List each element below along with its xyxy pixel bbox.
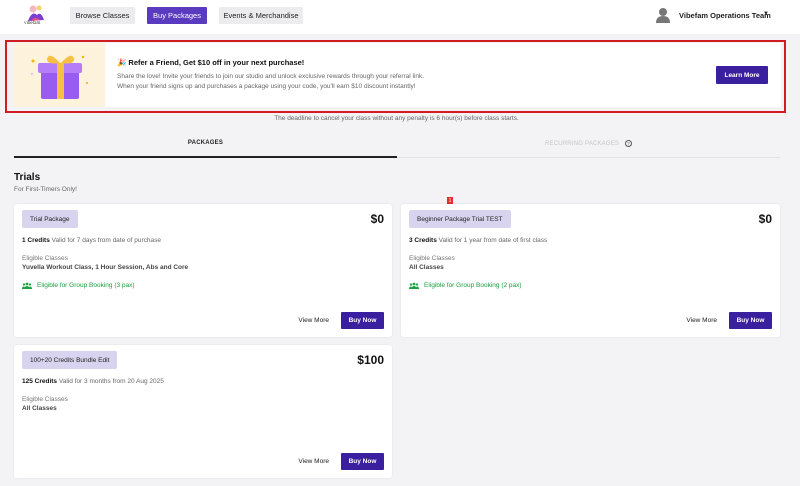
view-more-link[interactable]: View More — [298, 317, 329, 324]
package-credits: 3 Credits Valid for 1 year from date of … — [409, 237, 547, 244]
nav-events-merchandise[interactable]: Events & Merchandise — [219, 7, 303, 24]
credits-count: 125 Credits — [22, 378, 58, 385]
section-subtitle: For First-Timers Only! — [14, 186, 77, 193]
credits-count: 3 Credits — [409, 237, 437, 244]
view-more-link[interactable]: View More — [298, 458, 329, 465]
group-users-icon — [22, 282, 32, 289]
nav-browse-classes[interactable]: Browse Classes — [70, 7, 135, 24]
banner-illustration — [13, 43, 105, 107]
package-credits: 125 Credits Valid for 3 months from 20 A… — [22, 378, 164, 385]
referral-banner: 🎉 Refer a Friend, Get $10 off in your ne… — [13, 43, 781, 107]
chevron-down-icon[interactable]: ▼ — [763, 11, 769, 17]
eligible-classes-label: Eligible Classes — [409, 255, 455, 262]
package-price: $0 — [370, 212, 384, 226]
package-name: Trial Package — [22, 210, 78, 228]
buy-now-button[interactable]: Buy Now — [341, 312, 384, 329]
cancel-deadline-notice: The deadline to cancel your class withou… — [274, 115, 519, 122]
validity-text: Valid for 7 days from date of purchase — [51, 237, 161, 244]
credits-count: 1 Credits — [22, 237, 50, 244]
group-users-icon — [409, 282, 419, 289]
top-nav-bar: vibefam Browse Classes Buy Packages Even… — [0, 0, 800, 34]
package-card-trial: Trial Package $0 1 Credits Valid for 7 d… — [14, 204, 392, 337]
nav-buy-packages[interactable]: Buy Packages — [147, 7, 207, 24]
view-more-link[interactable]: View More — [686, 317, 717, 324]
group-booking-info: Eligible for Group Booking (2 pax) — [409, 282, 522, 289]
validity-text: Valid for 1 year from date of first clas… — [438, 237, 548, 244]
eligible-classes-label: Eligible Classes — [22, 255, 68, 262]
learn-more-button[interactable]: Learn More — [716, 66, 768, 84]
active-tab-indicator — [14, 156, 397, 158]
eligible-classes-value: All Classes — [22, 405, 57, 412]
tab-packages[interactable]: PACKAGES — [14, 140, 397, 150]
eligible-classes-value: Yuvella Workout Class, 1 Hour Session, A… — [22, 264, 189, 271]
package-card-credits-bundle: 100+20 Credits Bundle Edit $100 125 Cred… — [14, 345, 392, 478]
buy-now-button[interactable]: Buy Now — [341, 453, 384, 470]
package-price: $100 — [357, 353, 384, 367]
banner-description: Share the love! Invite your friends to j… — [117, 73, 425, 80]
group-booking-info: Eligible for Group Booking (3 pax) — [22, 282, 135, 289]
tab-recurring-packages[interactable]: RECURRING PACKAGES ? — [397, 140, 780, 150]
tab-divider — [397, 156, 780, 158]
logo-text: vibefam — [24, 21, 41, 26]
package-name: 100+20 Credits Bundle Edit — [22, 351, 118, 369]
user-name[interactable]: Vibefam Operations Team — [679, 11, 771, 20]
package-card-beginner-trial: Beginner Package Trial TEST $0 3 Credits… — [401, 204, 780, 337]
user-avatar-icon[interactable] — [655, 7, 671, 23]
banner-description-2: When your friend signs up and purchases … — [117, 83, 416, 90]
eligible-classes-label: Eligible Classes — [22, 396, 68, 403]
buy-now-button[interactable]: Buy Now — [729, 312, 772, 329]
group-booking-text: Eligible for Group Booking (2 pax) — [424, 282, 522, 289]
gift-box-icon — [31, 55, 88, 99]
eligible-classes-value: All Classes — [409, 264, 444, 271]
help-icon[interactable]: ? — [625, 140, 633, 147]
tab-recurring-label: RECURRING PACKAGES — [544, 141, 620, 148]
validity-text: Valid for 3 months from 20 Aug 2025 — [58, 378, 164, 385]
group-booking-text: Eligible for Group Booking (3 pax) — [37, 282, 135, 289]
section-title: Trials — [14, 172, 41, 183]
package-credits: 1 Credits Valid for 7 days from date of … — [22, 237, 161, 244]
package-price: $0 — [758, 212, 772, 226]
package-name: Beginner Package Trial TEST — [409, 210, 511, 228]
banner-title: 🎉 Refer a Friend, Get $10 off in your ne… — [117, 58, 305, 67]
